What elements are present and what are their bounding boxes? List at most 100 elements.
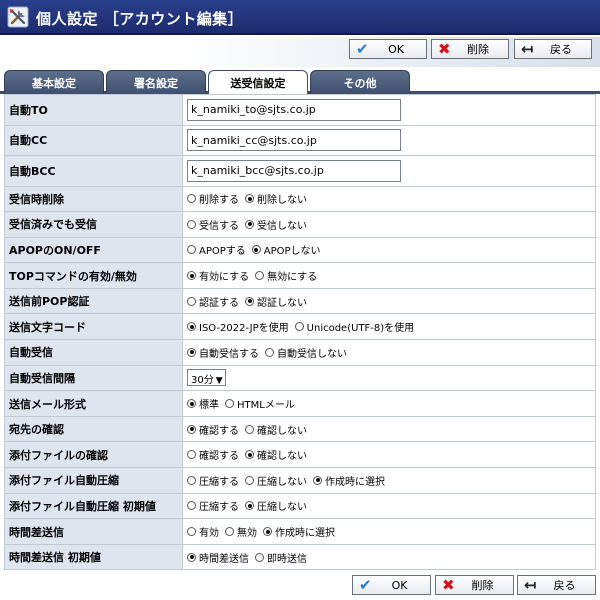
radio-label: 削除しない bbox=[257, 195, 307, 207]
radio-option[interactable]: 圧縮する bbox=[187, 473, 239, 488]
radio-option[interactable]: 有効にする bbox=[187, 268, 249, 283]
auto-bcc-input[interactable] bbox=[187, 159, 401, 182]
radio-button[interactable] bbox=[187, 219, 196, 229]
radio-option[interactable]: 受信する bbox=[187, 217, 239, 232]
radio-label: APOPする bbox=[199, 246, 246, 258]
radio-option[interactable]: 無効にする bbox=[255, 268, 317, 283]
radio-label: 受信しない bbox=[257, 220, 307, 232]
radio-button[interactable] bbox=[187, 501, 196, 511]
radio-option[interactable]: 確認する bbox=[187, 447, 239, 462]
radio-option[interactable]: 即時送信 bbox=[255, 550, 307, 565]
radio-option[interactable]: 有効 bbox=[187, 524, 219, 539]
radio-button[interactable] bbox=[245, 424, 254, 434]
radio-button[interactable] bbox=[187, 245, 196, 255]
radio-label: 認証する bbox=[199, 297, 239, 309]
radio-option[interactable]: 自動受信する bbox=[187, 345, 259, 360]
radio-option[interactable]: 時間差送信 bbox=[187, 550, 249, 565]
radio-option[interactable]: APOPする bbox=[187, 242, 246, 257]
radio-option[interactable]: 圧縮しない bbox=[245, 498, 307, 513]
ok-button-bottom[interactable]: ✔ OK bbox=[352, 575, 431, 595]
radio-label: 確認する bbox=[199, 451, 239, 463]
ok-button[interactable]: ✔ OK bbox=[349, 39, 427, 59]
tab-send-receive-settings[interactable]: 送受信設定 bbox=[208, 70, 308, 97]
radio-option[interactable]: 認証する bbox=[187, 294, 239, 309]
table-row: 添付ファイル自動圧縮 初期値 圧縮する 圧縮しない bbox=[4, 492, 596, 520]
radio-option[interactable]: 圧縮しない bbox=[245, 473, 307, 488]
radio-button[interactable] bbox=[245, 475, 254, 485]
radio-option[interactable]: 無効 bbox=[225, 524, 257, 539]
radio-option[interactable]: 標準 bbox=[187, 396, 219, 411]
radio-label: 自動受信する bbox=[199, 348, 259, 360]
radio-option[interactable]: 受信しない bbox=[245, 217, 307, 232]
radio-label: 即時送信 bbox=[267, 553, 307, 565]
field-label: 添付ファイル自動圧縮 bbox=[4, 467, 183, 494]
radio-option[interactable]: 確認しない bbox=[245, 447, 307, 462]
radio-option[interactable]: 削除しない bbox=[245, 191, 307, 206]
radio-button[interactable] bbox=[187, 347, 196, 357]
tab-signature-settings[interactable]: 署名設定 bbox=[106, 70, 206, 94]
back-button-bottom[interactable]: ↤ 戻る bbox=[517, 575, 596, 595]
radio-label: 受信する bbox=[199, 220, 239, 232]
radio-button[interactable] bbox=[187, 475, 196, 485]
checkmark-icon: ✔ bbox=[359, 576, 372, 594]
radio-button[interactable] bbox=[294, 322, 304, 332]
radio-option[interactable]: 作成時に選択 bbox=[313, 473, 385, 488]
radio-button[interactable] bbox=[245, 450, 254, 460]
back-button[interactable]: ↤ 戻る bbox=[514, 39, 592, 59]
radio-option[interactable]: 確認しない bbox=[245, 422, 307, 437]
radio-button[interactable] bbox=[263, 527, 272, 537]
auto-to-input[interactable] bbox=[187, 98, 401, 121]
field-label: 宛先の確認 bbox=[4, 415, 183, 443]
radio-button[interactable] bbox=[313, 475, 322, 485]
tools-icon bbox=[7, 6, 29, 28]
radio-option[interactable]: ISO-2022-JPを使用 bbox=[187, 319, 289, 334]
radio-button[interactable] bbox=[251, 245, 261, 255]
delete-button[interactable]: ✖ 削除 bbox=[431, 39, 509, 59]
radio-option[interactable]: 削除する bbox=[187, 191, 239, 206]
radio-option[interactable]: 圧縮する bbox=[187, 498, 239, 513]
radio-button[interactable] bbox=[187, 527, 196, 537]
radio-button[interactable] bbox=[225, 399, 234, 409]
tab-basic-settings[interactable]: 基本設定 bbox=[4, 70, 104, 94]
radio-button[interactable] bbox=[187, 424, 196, 434]
tab-other[interactable]: その他 bbox=[310, 70, 410, 94]
radio-button[interactable] bbox=[225, 527, 234, 537]
radio-button[interactable] bbox=[187, 271, 196, 281]
radio-label: ISO-2022-JPを使用 bbox=[199, 323, 289, 335]
radio-label: 有効 bbox=[199, 528, 219, 540]
radio-button[interactable] bbox=[245, 194, 254, 204]
field-label: 自動BCC bbox=[4, 155, 183, 187]
radio-label: 圧縮する bbox=[199, 502, 239, 514]
radio-button[interactable] bbox=[255, 552, 264, 562]
radio-button[interactable] bbox=[265, 347, 274, 357]
radio-option[interactable]: APOPしない bbox=[251, 242, 321, 257]
radio-label: 無効にする bbox=[267, 272, 318, 284]
radio-button[interactable] bbox=[187, 450, 196, 460]
table-row: 自動TO bbox=[4, 94, 596, 126]
back-button-label: 戻る bbox=[553, 579, 576, 592]
radio-option[interactable]: 自動受信しない bbox=[265, 345, 347, 360]
radio-label: 作成時に選択 bbox=[275, 528, 335, 540]
radio-option[interactable]: 認証しない bbox=[245, 294, 307, 309]
radio-button[interactable] bbox=[245, 296, 254, 306]
radio-button[interactable] bbox=[187, 399, 196, 409]
radio-button[interactable] bbox=[245, 501, 254, 511]
interval-select[interactable]: 30分 ▼ bbox=[187, 369, 226, 387]
delete-button-bottom[interactable]: ✖ 削除 bbox=[435, 575, 514, 595]
radio-button[interactable] bbox=[245, 219, 254, 229]
radio-button[interactable] bbox=[187, 552, 196, 562]
table-row: APOPのON/OFF APOPする APOPしない bbox=[4, 236, 596, 264]
radio-button[interactable] bbox=[255, 271, 265, 281]
auto-cc-input[interactable] bbox=[187, 129, 401, 152]
ok-button-label: OK bbox=[388, 42, 404, 56]
radio-option[interactable]: 作成時に選択 bbox=[263, 524, 335, 539]
radio-button[interactable] bbox=[187, 194, 196, 204]
radio-label: 確認しない bbox=[257, 451, 307, 463]
checkmark-icon: ✔ bbox=[356, 40, 369, 58]
page-title: 個人設定 ［アカウント編集］ bbox=[36, 10, 244, 28]
radio-option[interactable]: HTMLメール bbox=[225, 396, 295, 411]
radio-button[interactable] bbox=[187, 322, 196, 332]
radio-option[interactable]: Unicode(UTF-8)を使用 bbox=[294, 319, 414, 334]
radio-option[interactable]: 確認する bbox=[187, 422, 239, 437]
radio-button[interactable] bbox=[187, 296, 196, 306]
